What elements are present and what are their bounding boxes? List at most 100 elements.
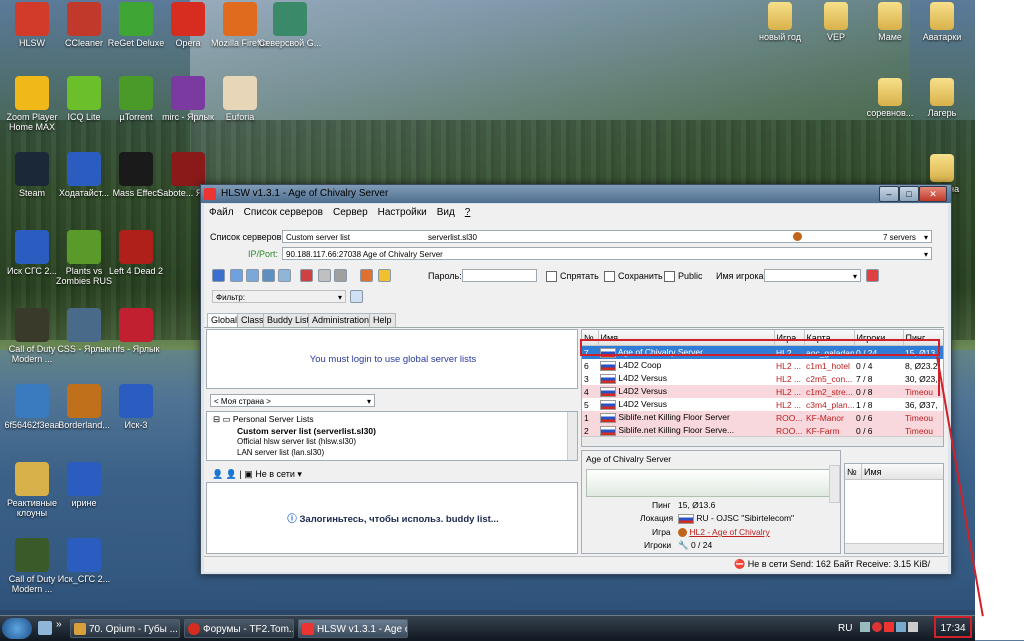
app-icon — [67, 462, 101, 496]
player-col-num[interactable]: № — [845, 464, 862, 480]
country-value: < Моя страна > — [214, 397, 271, 406]
filter-select[interactable]: Фильтр: ▾ — [212, 290, 346, 303]
app-icon — [15, 152, 49, 186]
maximize-button[interactable]: □ — [899, 186, 919, 202]
task-hlsw[interactable]: HLSW v1.3.1 - Age o... — [298, 619, 408, 638]
server-row[interactable]: 4 L4D2 Versus HL2 ... c1m2_stre... 0 / 8 Tim… — [582, 385, 943, 398]
desktop-folder-icon[interactable]: Аватарки — [914, 2, 970, 42]
server-row[interactable]: 3 L4D2 Versus HL2 ... c2m5_con... 7 / 8 30, … — [582, 372, 943, 385]
app-icon — [223, 2, 257, 36]
cell-game: ROO... — [774, 411, 804, 424]
tray-volume-icon[interactable] — [908, 622, 918, 632]
desktop-folder-icon[interactable]: Маме — [862, 2, 918, 42]
public-checkbox[interactable]: Public — [664, 271, 703, 283]
menu-server[interactable]: Сервер — [328, 204, 373, 222]
tray-icon[interactable] — [860, 622, 870, 632]
hide-checkbox[interactable]: Спрятать — [546, 271, 599, 283]
cell-map: c2m5_con... — [806, 373, 853, 384]
toolbar-button[interactable] — [318, 269, 331, 282]
player-col-name[interactable]: Имя — [861, 464, 943, 480]
taskbar-clock[interactable]: 17:34 — [934, 616, 972, 638]
filter-edit-button[interactable] — [350, 290, 363, 303]
tray-hlsw-icon[interactable] — [884, 622, 894, 632]
tab-buddy-list[interactable]: Buddy List — [263, 313, 314, 327]
desktop-folder-icon[interactable]: Лагерь — [914, 78, 970, 118]
desktop-icon[interactable]: Северсвой G... — [254, 2, 326, 48]
serverlist-file: serverlist.sl30 — [428, 233, 477, 242]
grid-hscrollbar[interactable] — [582, 436, 943, 446]
menu-file[interactable]: Файл — [204, 204, 239, 222]
menu-help[interactable]: ? — [460, 204, 476, 222]
player-hscrollbar[interactable] — [845, 543, 943, 553]
tree-item-official[interactable]: Official hlsw server list (hlsw.sl30) — [237, 437, 356, 446]
detail-title: Age of Chivalry Server — [586, 454, 672, 464]
desktop-folder-icon[interactable]: соревнов... — [862, 78, 918, 118]
tray-network-icon[interactable] — [896, 622, 906, 632]
desktop-icon[interactable]: ирине — [48, 462, 120, 508]
tree-item-lan[interactable]: LAN server list (lan.sl30) — [237, 448, 324, 457]
toolbar-button[interactable] — [262, 269, 275, 282]
menu-server-list[interactable]: Список серверов — [239, 204, 328, 222]
server-row[interactable]: 6 L4D2 Coop HL2 ... c1m1_hotel 0 / 4 8, Ø23.… — [582, 359, 943, 372]
menu-view[interactable]: Вид — [432, 204, 460, 222]
tab-help[interactable]: Help — [369, 313, 396, 327]
app-icon — [67, 538, 101, 572]
desktop-icon-label: Лагерь — [927, 108, 957, 118]
tree-root[interactable]: ⊟ ▭ Personal Server Lists — [213, 414, 314, 425]
public-label: Public — [678, 271, 703, 281]
language-indicator[interactable]: RU — [838, 616, 852, 641]
tray-opera-icon[interactable] — [872, 622, 882, 632]
password-input[interactable] — [462, 269, 537, 282]
hlsw-app-icon — [204, 188, 216, 200]
detail-scrollbar[interactable] — [829, 465, 840, 503]
app-icon — [15, 462, 49, 496]
menu-settings[interactable]: Настройки — [373, 204, 432, 222]
desktop-icon[interactable]: Иск-3 — [100, 384, 172, 430]
desktop-icon[interactable]: nfs - Ярлык — [100, 308, 172, 354]
toolbar-button[interactable] — [246, 269, 259, 282]
ipport-input[interactable]: 90.188.117.66:27038 Age of Chivalry Serv… — [282, 247, 932, 260]
cell-game: HL2 ... — [776, 373, 802, 384]
country-select[interactable]: < Моя страна > ▾ — [210, 394, 375, 407]
task-opium[interactable]: 70. Opium - Губы ... — [70, 619, 180, 638]
folder-icon — [768, 2, 792, 30]
tab-administration[interactable]: Administration — [308, 313, 374, 327]
toolbar-button[interactable] — [278, 269, 291, 282]
minimize-button[interactable]: – — [879, 186, 899, 202]
toolbar-button[interactable] — [230, 269, 243, 282]
window-titlebar[interactable]: HLSW v1.3.1 - Age of Chivalry Server – □… — [201, 185, 951, 203]
server-row[interactable]: 1 Siblife.net Killing Floor Server ROO...… — [582, 411, 943, 424]
detail-ping-value: 15, Ø13.6 — [678, 500, 716, 510]
buddy-status[interactable]: Не в сети — [255, 469, 295, 479]
toolbar-button[interactable] — [334, 269, 347, 282]
detail-game[interactable]: HL2 - Age of Chivalry — [678, 527, 770, 538]
start-button[interactable] — [2, 618, 32, 639]
desktop-folder-icon[interactable]: VEP — [808, 2, 864, 42]
serverlist-select[interactable]: Custom server list serverlist.sl30 7 ser… — [282, 230, 932, 243]
ru-flag-icon — [600, 360, 616, 371]
close-button[interactable]: ✕ — [919, 186, 947, 202]
tree-item-custom[interactable]: Custom server list (serverlist.sl30) — [237, 426, 376, 436]
desktop-icon-label: nfs - Ярлык — [112, 344, 160, 354]
clear-player-button[interactable] — [866, 269, 879, 282]
task-opera[interactable]: Форумы - TF2.Tom... — [184, 619, 294, 638]
tab-global[interactable]: Global — [207, 313, 242, 327]
cell-map: c1m2_stre... — [804, 385, 854, 398]
quicklaunch-more-icon[interactable]: » — [56, 619, 62, 630]
server-row[interactable]: 5 L4D2 Versus HL2 ... c3m4_plan... 1 / 8 36,… — [582, 398, 943, 411]
desktop-icon[interactable]: Euforia — [204, 76, 276, 122]
toolbar-button[interactable] — [212, 269, 225, 282]
player-name-input[interactable]: ▾ — [764, 269, 861, 282]
desktop-folder-icon[interactable]: новый год — [752, 2, 808, 42]
quicklaunch-desktop-icon[interactable] — [38, 621, 52, 635]
tree-scrollbar[interactable] — [567, 412, 577, 460]
toolbar-button[interactable] — [300, 269, 313, 282]
toolbar-button[interactable] — [360, 269, 373, 282]
ping-graph — [586, 469, 830, 497]
desktop-icon[interactable]: Left 4 Dead 2 — [100, 230, 172, 276]
save-checkbox[interactable]: Сохранить — [604, 271, 663, 283]
desktop-icon[interactable]: Иск_СГС 2... — [48, 538, 120, 584]
toolbar-button[interactable] — [378, 269, 391, 282]
ru-flag-icon — [678, 513, 694, 524]
cell-map: KF-Manor — [804, 411, 854, 424]
